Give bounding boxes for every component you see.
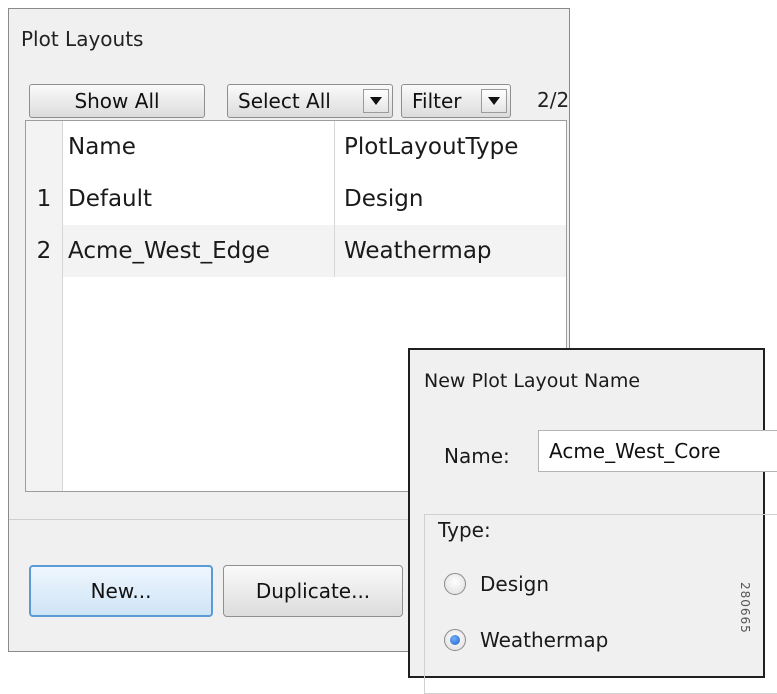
index-column-filler — [26, 277, 63, 491]
chevron-down-icon[interactable] — [481, 89, 507, 113]
select-all-label: Select All — [238, 89, 331, 113]
header-index-cell — [26, 121, 63, 173]
show-all-button[interactable]: Show All — [29, 84, 205, 118]
panel-title: Plot Layouts — [21, 27, 144, 51]
radio-design-label: Design — [480, 572, 550, 596]
radio-button-icon[interactable] — [444, 573, 466, 595]
type-label: Type: — [438, 518, 491, 542]
row-index: 2 — [26, 225, 63, 277]
column-divider — [334, 121, 335, 277]
row-index: 1 — [26, 173, 63, 225]
row-name-cell[interactable]: Acme_West_Edge — [68, 225, 338, 277]
row-type-cell[interactable]: Design — [344, 173, 566, 225]
row-type-cell[interactable]: Weathermap — [344, 225, 566, 277]
filter-dropdown[interactable]: Filter — [401, 84, 511, 118]
chevron-down-icon[interactable] — [363, 89, 389, 113]
new-plot-layout-dialog: New Plot Layout Name Name: Type: Design … — [408, 348, 777, 694]
duplicate-button[interactable]: Duplicate... — [223, 565, 403, 617]
select-all-dropdown[interactable]: Select All — [227, 84, 393, 118]
row-name-cell[interactable]: Default — [68, 173, 338, 225]
table-row[interactable]: 2 Acme_West_Edge Weathermap — [26, 225, 566, 277]
radio-button-checked-icon[interactable] — [444, 629, 466, 651]
radio-design[interactable]: Design — [444, 572, 549, 596]
new-button[interactable]: New... — [29, 565, 213, 617]
row-count-label: 2/2 — [537, 88, 570, 112]
name-input[interactable] — [538, 430, 777, 472]
table-row[interactable]: 1 Default Design — [26, 173, 566, 226]
column-header-plotlayouttype[interactable]: PlotLayoutType — [344, 121, 566, 173]
dialog-title: New Plot Layout Name — [424, 370, 641, 392]
filter-label: Filter — [412, 89, 462, 113]
name-label: Name: — [444, 444, 510, 468]
column-header-name[interactable]: Name — [68, 121, 338, 173]
radio-weathermap-label: Weathermap — [480, 628, 609, 652]
image-id-watermark: 280665 — [738, 582, 752, 634]
table-header-row: Name PlotLayoutType — [26, 121, 566, 174]
radio-weathermap[interactable]: Weathermap — [444, 628, 608, 652]
